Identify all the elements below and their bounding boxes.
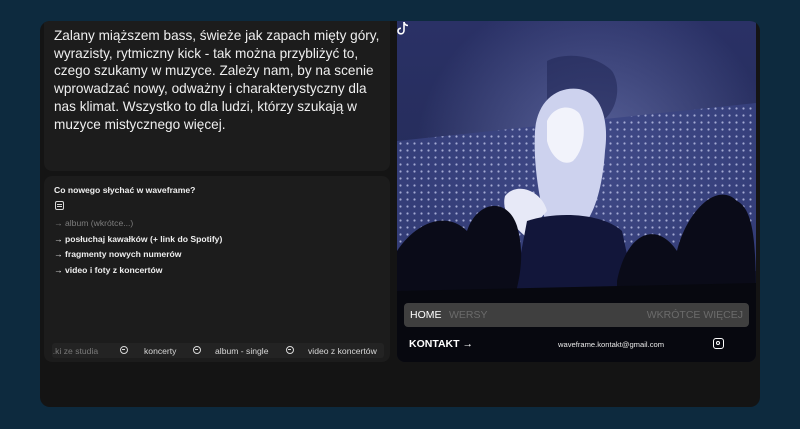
nav-more-soon[interactable]: WKRÓTCE WIĘCEJ [647,309,743,321]
tag-marquee: ...ki ze studia koncerty album - single … [52,343,384,358]
contact-email[interactable]: waveframe.kontakt@gmail.com [558,340,664,349]
nav-home[interactable]: HOME [410,309,442,321]
site-window: Zalany miąższem bass, świeże jak zapach … [40,21,760,407]
news-panel: Co nowego słychać w waveframe? → album (… [44,176,390,362]
news-item-album: → album (wkrótce...) [54,218,134,228]
instagram-icon[interactable] [713,338,724,349]
news-item-fragments[interactable]: → fragmenty nowych numerów [54,247,222,263]
intro-panel: Zalany miąższem bass, świeże jak zapach … [44,21,390,171]
disc-icon [193,346,201,354]
news-item-video[interactable]: → video i foty z koncertów [54,263,222,279]
intro-text: Zalany miąższem bass, świeże jak zapach … [54,28,380,132]
tiktok-icon[interactable] [397,21,409,35]
news-item-spotify[interactable]: → posłuchaj kawałków (+ link do Spotify) [54,232,222,248]
concert-photo: HOME WERSY WKRÓTCE WIĘCEJ KONTAKT → wave… [397,21,756,362]
tag-studio[interactable]: ...ki ze studia [52,346,98,356]
contact-link[interactable]: KONTAKT → [409,338,473,350]
tag-video[interactable]: video z koncertów [308,346,377,356]
main-nav: HOME WERSY WKRÓTCE WIĘCEJ [404,303,749,327]
news-list: → album (wkrótce...) → posłuchaj kawałkó… [54,216,222,279]
nav-wersy[interactable]: WERSY [449,309,488,321]
disc-icon [120,346,128,354]
tag-koncerty[interactable]: koncerty [144,346,176,356]
tag-album[interactable]: album - single [215,346,269,356]
calendar-icon [55,201,64,210]
disc-icon [286,346,294,354]
news-title: Co nowego słychać w waveframe? [54,185,196,195]
